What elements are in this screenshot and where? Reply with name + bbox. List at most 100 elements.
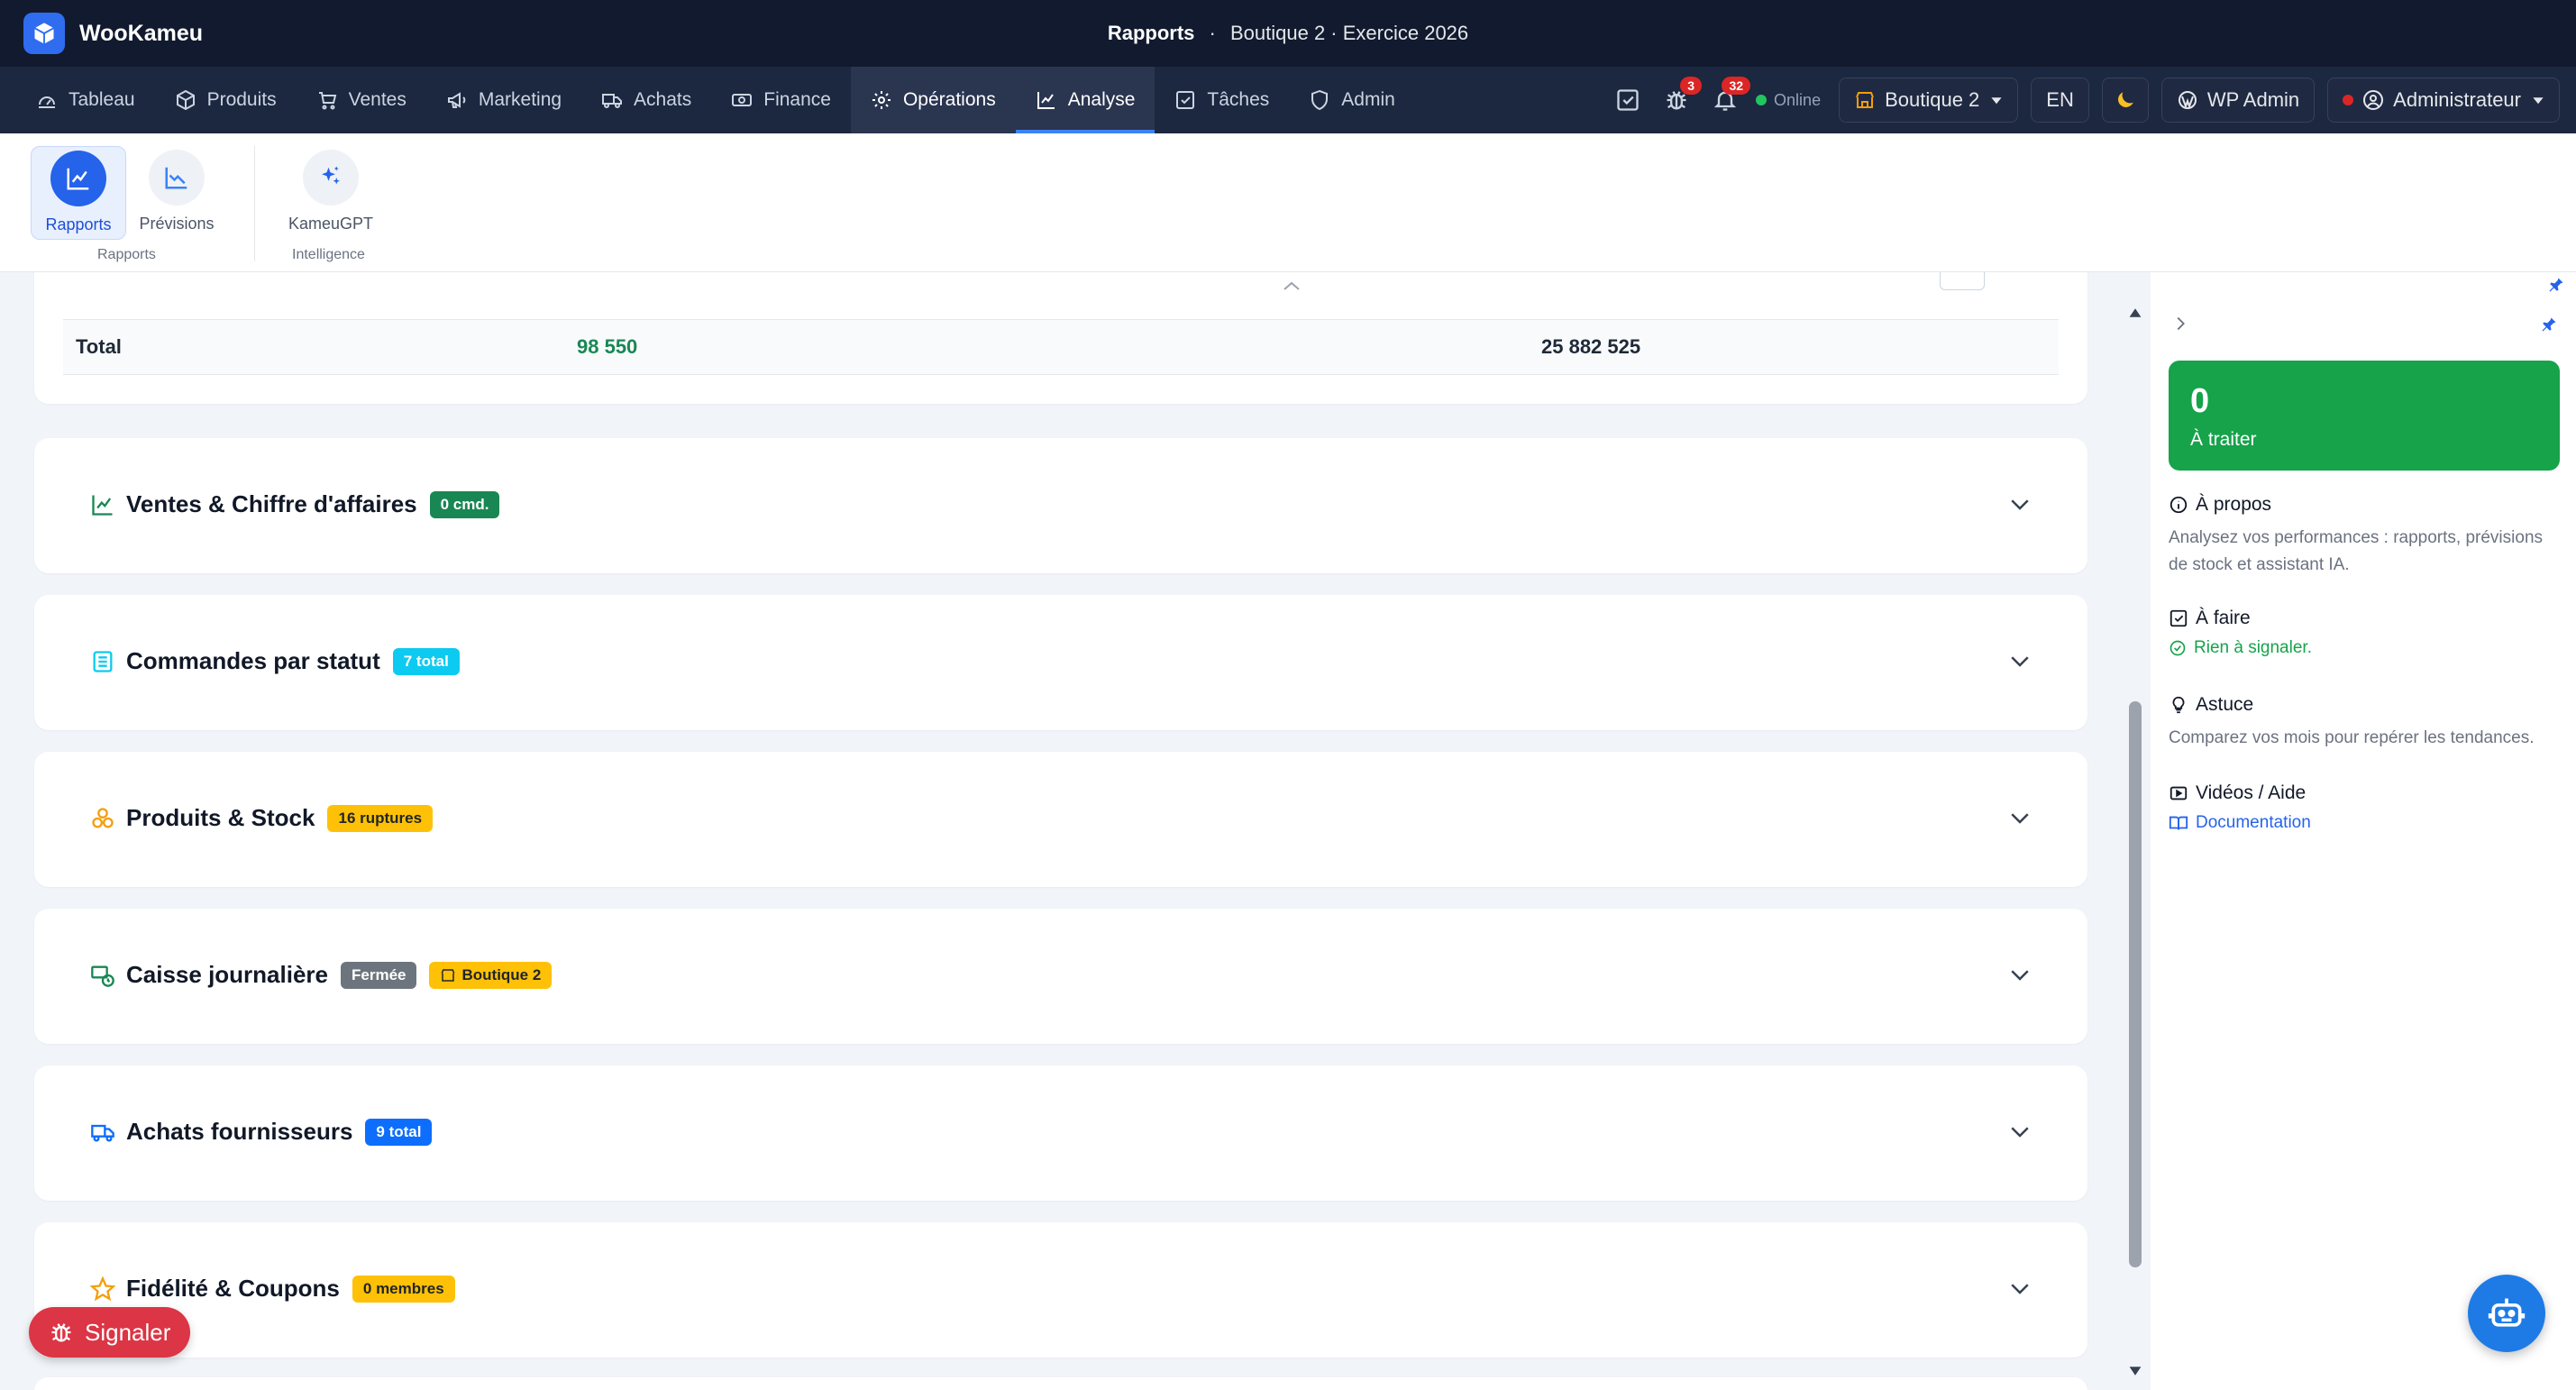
shield-icon (1311, 89, 1329, 111)
forecast-chart-icon (149, 150, 205, 206)
tool-label: KameuGPT (288, 215, 374, 233)
to-process-card[interactable]: 0 À traiter (2169, 361, 2560, 471)
tool-kameugpt[interactable]: KameuGPT (283, 146, 379, 240)
tip-heading: Astuce (2169, 694, 2556, 716)
status-total-badge: 7 total (392, 647, 460, 675)
main-nav: Tableau Produits Ventes Marketing Achats… (0, 67, 2576, 133)
book-icon (2169, 816, 2188, 830)
notifications-button[interactable]: 32 (1707, 77, 1751, 118)
caret-down-icon (2533, 97, 2544, 105)
nav-taches[interactable]: Tâches (1155, 67, 1289, 133)
user-name: Administrateur (2393, 88, 2521, 111)
nav-tableau[interactable]: Tableau (0, 67, 155, 133)
chevron-down-icon[interactable] (2006, 804, 2033, 831)
todo-text: Rien à signaler. (2194, 638, 2312, 657)
report-issue-label: Signaler (85, 1318, 171, 1346)
main-content: Total 98 550 25 882 525 Ventes & Chiffre… (0, 272, 2145, 1390)
cash-icon (732, 94, 753, 106)
online-status: Online (1756, 91, 1821, 110)
nav-label: Ventes (348, 89, 406, 110)
nav-produits[interactable]: Produits (155, 67, 297, 133)
stockout-badge: 16 ruptures (327, 804, 434, 832)
documentation-label: Documentation (2196, 813, 2311, 832)
bug-count-badge: 3 (1680, 77, 1703, 95)
tasks-button[interactable] (1610, 82, 1646, 118)
window-title-context: Boutique 2 · Exercice 2026 (1229, 22, 1469, 44)
documentation-link[interactable]: Documentation (2169, 813, 2556, 833)
report-chart-icon (50, 151, 106, 206)
about-title: À propos (2196, 494, 2272, 515)
wp-admin-button[interactable]: WP Admin (2160, 78, 2316, 123)
scroll-thumb[interactable] (2129, 701, 2142, 1267)
online-dot-icon (1756, 95, 1768, 105)
assistant-bot-button[interactable] (2468, 1275, 2545, 1352)
chevron-down-icon[interactable] (2006, 647, 2033, 674)
nav-right-tools: 3 32 Online Boutique 2 EN WP Admin Admin… (1610, 67, 2560, 133)
videos-section: Vidéos / Aide Documentation (2169, 782, 2556, 833)
tool-label: Rapports (45, 215, 112, 233)
store-badge: Boutique 2 (429, 961, 553, 989)
report-issue-button[interactable]: Signaler (29, 1307, 191, 1358)
tip-title: Astuce (2196, 694, 2254, 715)
to-process-count: 0 (2190, 382, 2210, 420)
section-next-partial (34, 1377, 2087, 1390)
checkbox-icon (1176, 91, 1195, 109)
section-fidelite[interactable]: Fidélité & Coupons 0 membres (34, 1222, 2087, 1358)
nav-marketing[interactable]: Marketing (426, 67, 581, 133)
language-button[interactable]: EN (2031, 78, 2089, 123)
bug-icon (51, 1323, 71, 1342)
videos-heading: Vidéos / Aide (2169, 782, 2556, 804)
nav-operations[interactable]: Opérations (850, 67, 1016, 133)
theme-toggle[interactable] (2101, 78, 2149, 123)
gear-icon (872, 91, 891, 109)
section-title: Produits & Stock 16 ruptures (126, 804, 434, 832)
total-quantity: 98 550 (577, 335, 638, 358)
nav-analyse[interactable]: Analyse (1015, 67, 1156, 133)
chevron-down-icon[interactable] (2006, 490, 2033, 517)
tool-rapports[interactable]: Rapports (31, 146, 126, 240)
nav-label: Tableau (69, 89, 135, 110)
truck-icon (602, 94, 623, 108)
trend-chart-icon (92, 495, 113, 516)
chevron-down-icon[interactable] (2006, 961, 2033, 988)
chevron-down-icon[interactable] (2006, 1118, 2033, 1145)
chevron-up-icon[interactable] (1282, 279, 1302, 292)
chevron-down-icon[interactable] (2006, 1275, 2033, 1302)
section-caisse[interactable]: Caisse journalière Fermée Boutique 2 (34, 909, 2087, 1044)
nav-admin[interactable]: Admin (1289, 67, 1415, 133)
total-row: Total 98 550 25 882 525 (63, 319, 2059, 375)
nav-finance[interactable]: Finance (711, 67, 851, 133)
store-badge-label: Boutique 2 (461, 965, 542, 983)
group-label-intelligence: Intelligence (292, 247, 365, 262)
cash-register-icon (91, 965, 114, 987)
section-title: Commandes par statut 7 total (126, 647, 460, 675)
section-achats[interactable]: Achats fournisseurs 9 total (34, 1065, 2087, 1201)
checkbox-icon (1617, 89, 1639, 111)
nav-ventes[interactable]: Ventes (297, 67, 426, 133)
section-ventes[interactable]: Ventes & Chiffre d'affaires 0 cmd. (34, 438, 2087, 573)
group-label-rapports: Rapports (97, 247, 156, 262)
scroll-up-arrow-icon[interactable] (2128, 306, 2142, 319)
store-selector[interactable]: Boutique 2 (1839, 78, 2019, 123)
cart-icon (318, 92, 336, 110)
pin-icon[interactable] (2547, 276, 2565, 294)
tip-text: Comparez vos mois pour repérer les tenda… (2169, 728, 2535, 747)
truck-icon (91, 1124, 114, 1142)
section-produits-stock[interactable]: Produits & Stock 16 ruptures (34, 752, 2087, 887)
small-select-box[interactable] (1940, 272, 1985, 290)
members-badge: 0 membres (352, 1275, 455, 1303)
tool-previsions[interactable]: Prévisions (129, 146, 224, 240)
section-title: Fidélité & Coupons 0 membres (126, 1275, 455, 1303)
pin-icon[interactable] (2540, 315, 2558, 334)
about-text: Analysez vos performances : rapports, pr… (2169, 528, 2544, 574)
collapse-chevron-right-icon[interactable] (2170, 314, 2190, 334)
todo-heading: À faire (2169, 608, 2556, 629)
window-title-separator: · (1209, 22, 1216, 44)
bug-report-button[interactable]: 3 (1658, 77, 1703, 118)
scroll-down-arrow-icon[interactable] (2128, 1365, 2142, 1377)
main-scrollbar[interactable] (2124, 297, 2145, 1390)
section-commandes[interactable]: Commandes par statut 7 total (34, 595, 2087, 730)
moon-icon (2117, 92, 2133, 107)
nav-achats[interactable]: Achats (581, 67, 711, 133)
user-menu[interactable]: Administrateur (2327, 78, 2560, 123)
